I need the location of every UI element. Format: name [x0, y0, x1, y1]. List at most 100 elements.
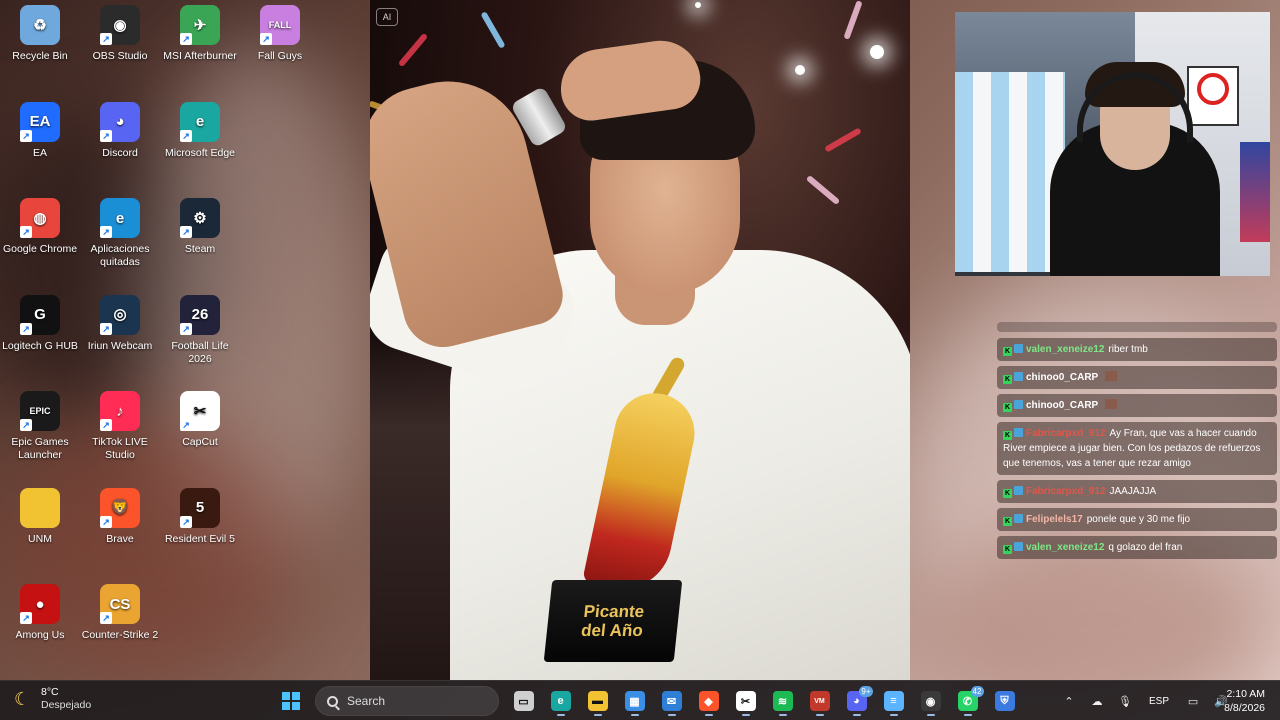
clock-date: 8/8/2026: [1224, 702, 1265, 714]
taskbar-rocket-league[interactable]: ⛨: [989, 685, 1021, 717]
microphone-icon[interactable]: 🎙: [1113, 695, 1137, 708]
taskbar-spotify[interactable]: ≋: [767, 685, 799, 717]
desktop-icon[interactable]: G ↗ Logitech G HUB: [0, 294, 80, 353]
desktop-icon[interactable]: ✂ ↗ CapCut: [160, 391, 240, 449]
desktop-icon-label: Steam: [184, 243, 216, 255]
desktop-icon-label: TikTok LIVE Studio: [92, 436, 148, 461]
desktop-icon[interactable]: e ↗ Microsoft Edge: [160, 101, 240, 160]
subscriber-badge-icon: [1014, 428, 1023, 437]
chat-username[interactable]: valen_xeneize12: [1026, 344, 1104, 355]
chat-username[interactable]: chinoo0_CARP: [1026, 372, 1098, 383]
desktop-icon[interactable]: CS ↗ Counter-Strike 2: [80, 584, 160, 642]
taskbar-file-explorer[interactable]: ▬: [582, 685, 614, 717]
chat-message: Kchinoo0_CARP: [997, 366, 1277, 389]
shortcut-arrow-icon: ↗: [20, 612, 32, 624]
desktop-icon[interactable]: ◎ ↗ Iriun Webcam: [80, 294, 160, 353]
taskbar-edge[interactable]: e: [545, 685, 577, 717]
chat-message: K Felipelels17 ponele que y 30 me fijo: [997, 508, 1277, 531]
chat-username[interactable]: chinoo0_CARP: [1026, 400, 1098, 411]
spotify-icon: ≋: [772, 691, 793, 711]
folder-icon: [20, 487, 60, 528]
taskbar-brave[interactable]: ◆: [693, 685, 725, 717]
taskbar-obs[interactable]: ◉: [915, 685, 947, 717]
among-us-icon: ● ↗: [20, 584, 60, 624]
taskbar-task-view[interactable]: ▭: [508, 685, 540, 717]
fall-guys-icon: FALL ↗: [260, 5, 300, 45]
desktop-icon[interactable]: 5 ↗ Resident Evil 5: [160, 487, 240, 546]
chat-username[interactable]: valen_xeneize12: [1026, 542, 1104, 553]
file-explorer-icon: ▬: [587, 691, 608, 711]
desktop-icon[interactable]: 26 ↗ Football Life 2026: [160, 294, 240, 366]
taskbar-discord[interactable]: ◕ 9+: [841, 685, 873, 717]
desktop-icon[interactable]: ♻ Recycle Bin: [0, 5, 80, 63]
shortcut-arrow-icon: ↗: [20, 129, 32, 142]
taskbar-mail[interactable]: ✉: [656, 685, 688, 717]
no-entry-sign: [1187, 66, 1239, 126]
webcam-overlay: [955, 12, 1270, 276]
chat-text: JAAJAJJA: [1109, 486, 1157, 497]
taskbar-microsoft-store[interactable]: ▦: [619, 685, 651, 717]
wallpaper-photo: AI Picante del Año: [370, 0, 910, 680]
taskbar-notepad[interactable]: ≡: [878, 685, 910, 717]
chat-text: ponele que y 30 me fijo: [1086, 514, 1191, 525]
shortcut-arrow-icon: ↗: [20, 226, 32, 238]
desktop-icon[interactable]: FALL ↗ Fall Guys: [240, 5, 320, 63]
start-button[interactable]: [275, 685, 307, 717]
weather-widget[interactable]: ☾ 8°C Despejado: [14, 686, 91, 712]
desktop-icon-label: EA: [32, 146, 47, 159]
chat-message: Kvalen_xeneize12 q golazo del fran: [997, 536, 1277, 559]
desktop-icon-label: Microsoft Edge: [164, 146, 236, 159]
desktop-icon[interactable]: ♪ ↗ TikTok LIVE Studio: [80, 391, 160, 462]
desktop-icon-label: CapCut: [182, 436, 218, 448]
brave-icon: 🦁 ↗: [100, 487, 140, 528]
desktop-icon[interactable]: e ↗ Aplicaciones quitadas: [80, 198, 160, 269]
search-icon: [327, 695, 338, 707]
shortcut-arrow-icon: ↗: [100, 129, 112, 142]
desktop-icon[interactable]: ⚙ ↗ Steam: [160, 198, 240, 256]
tiktok-icon: ♪ ↗: [100, 391, 140, 431]
language-indicator[interactable]: ESP: [1149, 696, 1169, 707]
shortcut-arrow-icon: ↗: [100, 515, 112, 528]
shortcut-arrow-icon: ↗: [100, 322, 112, 335]
mail-icon: ✉: [661, 691, 682, 711]
desktop-icon-label: UNM: [28, 532, 52, 545]
taskbar-voicemeeter[interactable]: VM: [804, 685, 836, 717]
kick-badge-icon: K: [1003, 403, 1012, 412]
subscriber-badge-icon: [1014, 344, 1023, 353]
obs-icon: ◉: [920, 691, 941, 711]
chrome-icon: ◍ ↗: [20, 198, 60, 238]
chevron-up-icon[interactable]: ⌃: [1057, 695, 1081, 708]
desktop-icon[interactable]: ✈ ↗ MSI Afterburner: [160, 5, 240, 63]
emote-icon: [1105, 371, 1118, 381]
desktop-icon[interactable]: UNM: [0, 487, 80, 546]
epic-games-icon: EPIC ↗: [20, 391, 60, 431]
edge-icon: e ↗: [180, 101, 220, 142]
taskbar: ☾ 8°C Despejado Search ▭ e ▬ ▦ ✉ ◆ ✂ ≋ VM ◕ 9+ ≡ ◉ ✆ 4…: [0, 680, 1280, 720]
desktop-icon[interactable]: 🦁 ↗ Brave: [80, 487, 160, 546]
taskbar-whatsapp[interactable]: ✆ 42: [952, 685, 984, 717]
notification-badge: 9+: [859, 686, 873, 697]
desktop-icon[interactable]: EA ↗ EA: [0, 101, 80, 160]
desktop-icon[interactable]: EPIC ↗ Epic Games Launcher: [0, 391, 80, 462]
chat-username[interactable]: Fabricarpxd_912: [1026, 486, 1106, 497]
stream-chat: Kvalen_xeneize12 riber tmb Kchinoo0_CARP Kc…: [997, 322, 1277, 564]
chat-username[interactable]: Felipelels17: [1026, 514, 1083, 525]
clock[interactable]: 2:10 AM 8/8/2026: [1195, 687, 1265, 715]
shortcut-arrow-icon: ↗: [100, 226, 112, 238]
chat-username[interactable]: Fabricarpxd_912: [1026, 428, 1106, 439]
search-placeholder: Search: [347, 694, 386, 708]
desktop-icon[interactable]: ◉ ↗ OBS Studio: [80, 5, 160, 63]
desktop-icon[interactable]: ● ↗ Among Us: [0, 584, 80, 642]
desktop-icon-label: Counter-Strike 2: [81, 629, 159, 641]
onedrive-icon[interactable]: ☁: [1085, 695, 1109, 708]
taskbar-capcut[interactable]: ✂: [730, 685, 762, 717]
shortcut-arrow-icon: ↗: [100, 33, 112, 45]
taskbar-search[interactable]: Search: [315, 686, 499, 716]
steam-icon: ⚙ ↗: [180, 198, 220, 238]
desktop-icon[interactable]: ◕ ↗ Discord: [80, 101, 160, 160]
desktop-icon[interactable]: ◍ ↗ Google Chrome: [0, 198, 80, 256]
notification-badge: 42: [970, 686, 984, 697]
trophy-line1: Picante: [582, 602, 646, 621]
desktop-icon-label: MSI Afterburner: [163, 50, 237, 62]
subscriber-badge-icon: [1014, 514, 1023, 523]
